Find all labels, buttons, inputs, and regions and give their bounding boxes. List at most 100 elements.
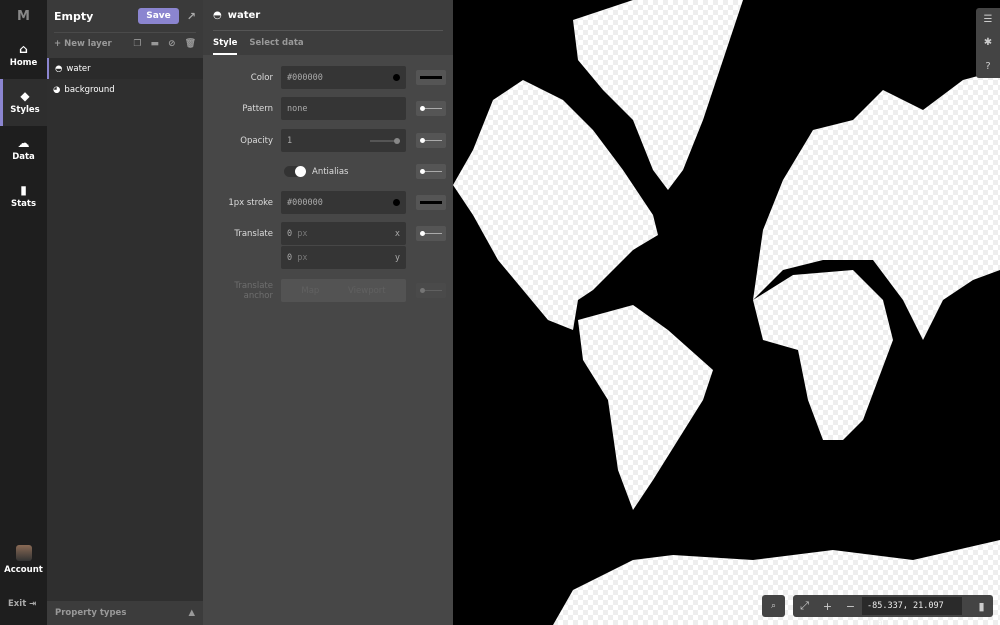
- pattern-function-toggle[interactable]: [416, 101, 446, 116]
- legend-icon[interactable]: ☰: [984, 14, 993, 25]
- nav-styles[interactable]: ◆ Styles: [0, 79, 47, 126]
- translate-row: Translate 0 px x: [203, 222, 453, 245]
- translate-anchor-row: Translate anchor Map Viewport: [203, 279, 453, 302]
- zoom-in-button[interactable]: +: [816, 600, 839, 613]
- duplicate-icon[interactable]: ❐: [133, 39, 141, 49]
- color-input[interactable]: #000000: [281, 66, 406, 89]
- folder-icon[interactable]: ▬: [151, 39, 160, 49]
- anchor-function-toggle[interactable]: [416, 283, 446, 298]
- nav-stats[interactable]: ▮ Stats: [0, 173, 47, 220]
- stroke-input[interactable]: #000000: [281, 191, 406, 214]
- property-types-toggle[interactable]: Property types ▲: [47, 601, 203, 625]
- pattern-label: Pattern: [242, 103, 273, 114]
- fill-icon: ◓: [55, 63, 63, 74]
- logo[interactable]: M: [0, 0, 47, 32]
- exit-icon: ⇥: [29, 599, 37, 609]
- land-south-america: [578, 305, 713, 510]
- function-icon: [425, 171, 442, 172]
- function-icon: [425, 108, 442, 109]
- axis-label: x: [394, 228, 400, 239]
- zoom-bar: ⤢ + − -85.337, 21.097 1.0 ▮: [793, 595, 993, 625]
- unit: px: [297, 252, 308, 263]
- color-function-toggle[interactable]: [416, 70, 446, 85]
- opacity-function-toggle[interactable]: [416, 133, 446, 148]
- map-canvas[interactable]: ☰ ✱? ⌕ ⤢ + − -85.337, 21.097 1.0 ▮: [453, 0, 1000, 625]
- color-row: Color #000000: [203, 66, 453, 89]
- translate-function-toggle[interactable]: [416, 226, 446, 241]
- pattern-row: Pattern none: [203, 97, 453, 120]
- tab-style[interactable]: Style: [213, 31, 238, 55]
- caret-up-icon: ▲: [188, 608, 195, 618]
- anchor-label: Translate anchor: [234, 280, 273, 301]
- layer-panel: Empty Save ↗ + New layer ❐ ▬ ⊘ 🗑 ◓ water ◕ backg…: [47, 0, 203, 625]
- anchor-options[interactable]: Map Viewport: [281, 279, 406, 302]
- axis-label: y: [394, 252, 400, 263]
- nav-data[interactable]: ☁ Data: [0, 126, 47, 173]
- translate-y-value: 0: [287, 252, 293, 263]
- layer-name: background: [64, 84, 115, 95]
- unit: px: [297, 228, 308, 239]
- layer-item-water[interactable]: ◓ water: [47, 58, 203, 79]
- color-value: #000000: [287, 72, 323, 83]
- opacity-row: Opacity 1: [203, 129, 453, 152]
- antialias-row: Antialias: [203, 160, 453, 183]
- style-panel: ◓ water Style Select data Color #000000 Pat…: [203, 0, 453, 625]
- stroke-swatch[interactable]: [393, 199, 400, 206]
- anchor-map[interactable]: Map: [301, 286, 319, 296]
- translate-label: Translate: [234, 228, 273, 239]
- antialias-label: Antialias: [312, 166, 349, 177]
- account-label: Account: [4, 565, 43, 575]
- land-north-america: [453, 80, 658, 330]
- anchor-viewport[interactable]: Viewport: [348, 286, 386, 296]
- antialias-toggle[interactable]: [284, 166, 306, 177]
- layer-title: water: [227, 9, 261, 21]
- pattern-value: none: [287, 103, 308, 114]
- fill-icon: ◓: [213, 9, 222, 21]
- opacity-input[interactable]: 1: [281, 129, 406, 152]
- layer-name: water: [66, 63, 91, 74]
- tab-select-data[interactable]: Select data: [249, 31, 303, 55]
- map-search-button[interactable]: ⌕: [762, 595, 785, 617]
- antialias-function-toggle[interactable]: [416, 164, 446, 179]
- trash-icon[interactable]: 🗑: [185, 39, 196, 49]
- background-icon: ◕: [53, 84, 61, 95]
- nav-label: Stats: [10, 199, 37, 209]
- nav-label: Styles: [10, 105, 40, 115]
- translate-x-input[interactable]: 0 px x: [281, 222, 406, 245]
- translate-y-input[interactable]: 0 px y: [281, 246, 406, 269]
- stroke-value: #000000: [287, 197, 323, 208]
- exit-button[interactable]: Exit ⇥: [8, 599, 36, 609]
- opacity-slider[interactable]: [370, 137, 400, 144]
- hide-icon[interactable]: ⊘: [168, 39, 176, 49]
- zoom-out-button[interactable]: −: [839, 600, 862, 613]
- save-button[interactable]: Save: [138, 8, 179, 24]
- function-icon: [420, 76, 442, 79]
- nav-label: Home: [9, 58, 38, 68]
- home-icon: ⌂: [19, 42, 28, 56]
- map-controls: ☰ ✱?: [976, 8, 1000, 78]
- color-swatch[interactable]: [393, 74, 400, 81]
- stroke-label: 1px stroke: [228, 197, 273, 208]
- external-link-icon[interactable]: ↗: [187, 10, 196, 23]
- new-layer-button[interactable]: + New layer: [54, 39, 112, 49]
- map-land: [453, 0, 1000, 625]
- help-icon[interactable]: ?: [985, 61, 990, 72]
- main-nav: M ⌂ Home ◆ Styles ☁ Data ▮ Stats Account Exi…: [0, 0, 47, 625]
- inspect-icon[interactable]: ✱: [984, 37, 992, 48]
- stroke-function-toggle[interactable]: [416, 195, 446, 210]
- bookmark-icon[interactable]: ▮: [970, 600, 993, 613]
- exit-label: Exit: [8, 599, 27, 609]
- style-title: Empty: [54, 9, 94, 23]
- bar-chart-icon: ▮: [20, 183, 27, 197]
- avatar: [15, 545, 32, 561]
- fullscreen-icon[interactable]: ⤢: [793, 599, 816, 613]
- cloud-icon: ☁: [17, 136, 30, 150]
- nav-home[interactable]: ⌂ Home: [0, 32, 47, 79]
- property-types-label: Property types: [55, 608, 127, 618]
- account-button[interactable]: Account: [0, 545, 47, 575]
- land-africa: [753, 270, 893, 440]
- function-icon: [420, 201, 442, 204]
- pattern-input[interactable]: none: [281, 97, 406, 120]
- layer-item-background[interactable]: ◕ background: [47, 79, 203, 100]
- stroke-row: 1px stroke #000000: [203, 191, 453, 214]
